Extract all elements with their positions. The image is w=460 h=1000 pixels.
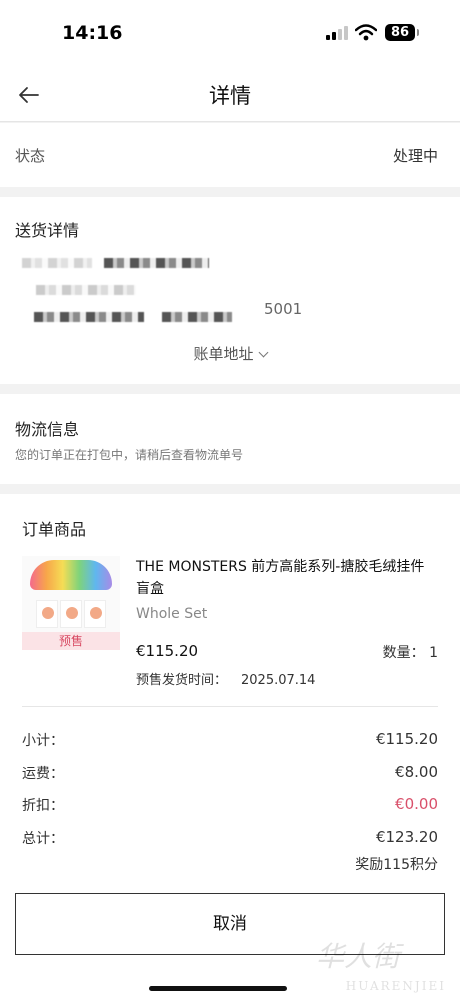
status-label: 状态 bbox=[15, 147, 46, 165]
product-quantity: 数量： 1 bbox=[383, 642, 438, 662]
billing-address-toggle[interactable]: 账单地址 bbox=[0, 343, 460, 364]
redacted-address-line bbox=[34, 312, 144, 322]
billing-address-label: 账单地址 bbox=[193, 345, 254, 363]
status-bar: 14:16 86 bbox=[0, 0, 460, 66]
watermark-logo: 华人街 HUARENJIEI bbox=[316, 940, 446, 993]
subtotal-row: 小计： €115.20 bbox=[22, 730, 438, 750]
redacted-address-line bbox=[162, 312, 232, 322]
reward-points: 奖励115积分 bbox=[355, 857, 438, 873]
total-label: 总计： bbox=[22, 831, 64, 847]
product-art bbox=[30, 560, 112, 590]
product-name[interactable]: THE MONSTERS 前方高能系列-搪胶毛绒挂件盲盒 bbox=[136, 556, 436, 600]
shipping-fee-label: 运费： bbox=[22, 766, 64, 782]
wifi-icon bbox=[355, 24, 377, 41]
discount-label: 折扣： bbox=[22, 798, 64, 814]
product-image[interactable]: 预售 bbox=[22, 556, 120, 650]
order-section: 订单商品 预售 THE MONSTERS 前方高能系列-搪胶毛绒挂件盲盒 Who… bbox=[0, 494, 460, 1000]
presale-badge: 预售 bbox=[22, 632, 120, 650]
status-value: 处理中 bbox=[392, 147, 438, 165]
subtotal-label: 小计： bbox=[22, 733, 64, 749]
discount-value: €0.00 bbox=[395, 795, 438, 813]
presale-label: 预售发货时间： bbox=[136, 673, 228, 688]
logistics-section: 物流信息 您的订单正在打包中，请稍后查看物流单号 bbox=[0, 394, 460, 484]
order-heading: 订单商品 bbox=[22, 520, 87, 539]
product-variant: Whole Set bbox=[136, 606, 208, 622]
status-time: 14:16 bbox=[62, 22, 123, 44]
shipping-fee-row: 运费： €8.00 bbox=[22, 763, 438, 783]
quantity-value: 1 bbox=[429, 645, 438, 661]
logistics-heading: 物流信息 bbox=[15, 420, 80, 439]
total-row: 总计： €123.20 bbox=[22, 828, 438, 848]
status-section: 状态 处理中 bbox=[0, 123, 460, 187]
subtotal-value: €115.20 bbox=[375, 730, 438, 748]
discount-row: 折扣： €0.00 bbox=[22, 795, 438, 815]
address-postcode-fragment: 5001 bbox=[264, 300, 303, 318]
nav-bar: 详情 bbox=[0, 66, 460, 122]
product-price: €115.20 bbox=[136, 642, 199, 660]
quantity-label: 数量： bbox=[382, 645, 425, 661]
divider bbox=[22, 706, 438, 707]
presale-date: 2025.07.14 bbox=[241, 673, 316, 688]
logistics-note: 您的订单正在打包中，请稍后查看物流单号 bbox=[15, 448, 244, 462]
home-indicator[interactable] bbox=[149, 986, 287, 991]
chevron-down-icon bbox=[258, 347, 268, 358]
signal-icon bbox=[326, 26, 350, 40]
shipping-heading: 送货详情 bbox=[15, 221, 80, 240]
presale-ship-time: 预售发货时间： 2025.07.14 bbox=[136, 669, 315, 688]
redacted-address-line bbox=[36, 285, 136, 295]
battery-icon: 86 bbox=[385, 24, 419, 41]
redacted-name bbox=[104, 258, 209, 268]
redacted-name bbox=[22, 258, 92, 268]
shipping-fee-value: €8.00 bbox=[395, 763, 438, 781]
page-title: 详情 bbox=[209, 84, 251, 108]
total-value: €123.20 bbox=[375, 828, 438, 846]
